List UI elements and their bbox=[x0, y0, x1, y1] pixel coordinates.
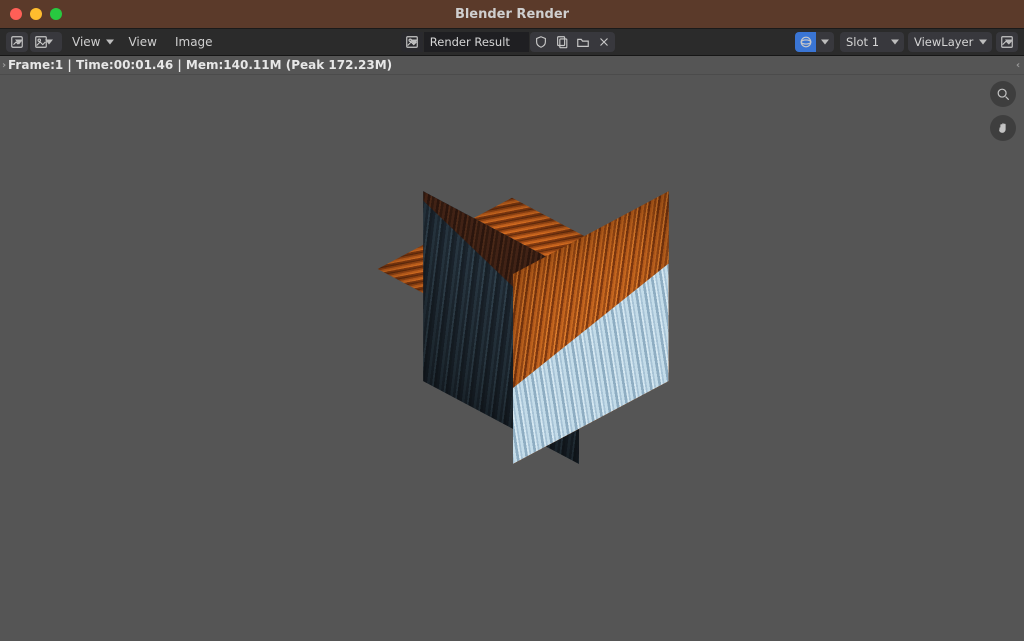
folder-icon bbox=[576, 35, 590, 49]
window-zoom-button[interactable] bbox=[50, 8, 62, 20]
titlebar: Blender Render bbox=[0, 0, 1024, 28]
menu-view-a[interactable]: View bbox=[64, 35, 118, 49]
render-status-bar: › Frame:1 | Time:00:01.46 | Mem:140.11M … bbox=[0, 56, 1024, 75]
toolbar: View View Image Render Result bbox=[0, 28, 1024, 56]
window-close-button[interactable] bbox=[10, 8, 22, 20]
menu-image[interactable]: Image bbox=[167, 35, 221, 49]
viewport-gizmos bbox=[990, 81, 1016, 141]
zoom-icon bbox=[996, 87, 1010, 101]
editor-type-dropdown[interactable] bbox=[6, 32, 28, 52]
new-image-icon bbox=[555, 35, 569, 49]
image-datablock: Render Result bbox=[401, 32, 615, 52]
window-controls bbox=[0, 8, 62, 20]
shield-icon bbox=[534, 35, 548, 49]
render-result-image bbox=[362, 164, 662, 464]
window-title: Blender Render bbox=[455, 7, 569, 22]
render-viewport[interactable] bbox=[0, 75, 1024, 641]
image-icon bbox=[1000, 35, 1014, 49]
display-channels bbox=[795, 32, 834, 52]
slot-label: Slot 1 bbox=[846, 35, 879, 49]
image-actions bbox=[530, 32, 615, 52]
menu-view-b[interactable]: View bbox=[120, 35, 164, 49]
slot-dropdown[interactable]: Slot 1 bbox=[840, 32, 904, 52]
display-channels-color[interactable] bbox=[795, 32, 817, 52]
image-editor-icon bbox=[10, 35, 24, 49]
toolbar-left: View View Image bbox=[6, 32, 221, 52]
sphere-icon bbox=[799, 35, 813, 49]
new-image-button[interactable] bbox=[551, 32, 573, 52]
close-icon bbox=[597, 35, 611, 49]
hand-icon bbox=[996, 121, 1010, 135]
fake-user-button[interactable] bbox=[530, 32, 552, 52]
image-name: Render Result bbox=[430, 35, 510, 49]
mode-dropdown[interactable] bbox=[30, 32, 62, 52]
image-name-field[interactable]: Render Result bbox=[424, 32, 529, 52]
expand-right-icon[interactable]: ‹ bbox=[1014, 56, 1022, 74]
render-pass-dropdown[interactable] bbox=[996, 32, 1018, 52]
toolbar-right: Slot 1 ViewLayer bbox=[795, 32, 1018, 52]
browse-image-dropdown[interactable] bbox=[401, 32, 423, 52]
viewlayer-label: ViewLayer bbox=[914, 35, 973, 49]
render-status-text: Frame:1 | Time:00:01.46 | Mem:140.11M (P… bbox=[8, 58, 392, 72]
zoom-gizmo[interactable] bbox=[990, 81, 1016, 107]
rendered-cube bbox=[362, 164, 662, 464]
pan-gizmo[interactable] bbox=[990, 115, 1016, 141]
unlink-image-button[interactable] bbox=[593, 32, 615, 52]
display-channels-dropdown[interactable] bbox=[816, 32, 834, 52]
open-image-button[interactable] bbox=[572, 32, 594, 52]
viewlayer-dropdown[interactable]: ViewLayer bbox=[908, 32, 992, 52]
image-icon bbox=[405, 35, 419, 49]
expand-left-icon[interactable]: › bbox=[0, 56, 8, 74]
window-minimize-button[interactable] bbox=[30, 8, 42, 20]
